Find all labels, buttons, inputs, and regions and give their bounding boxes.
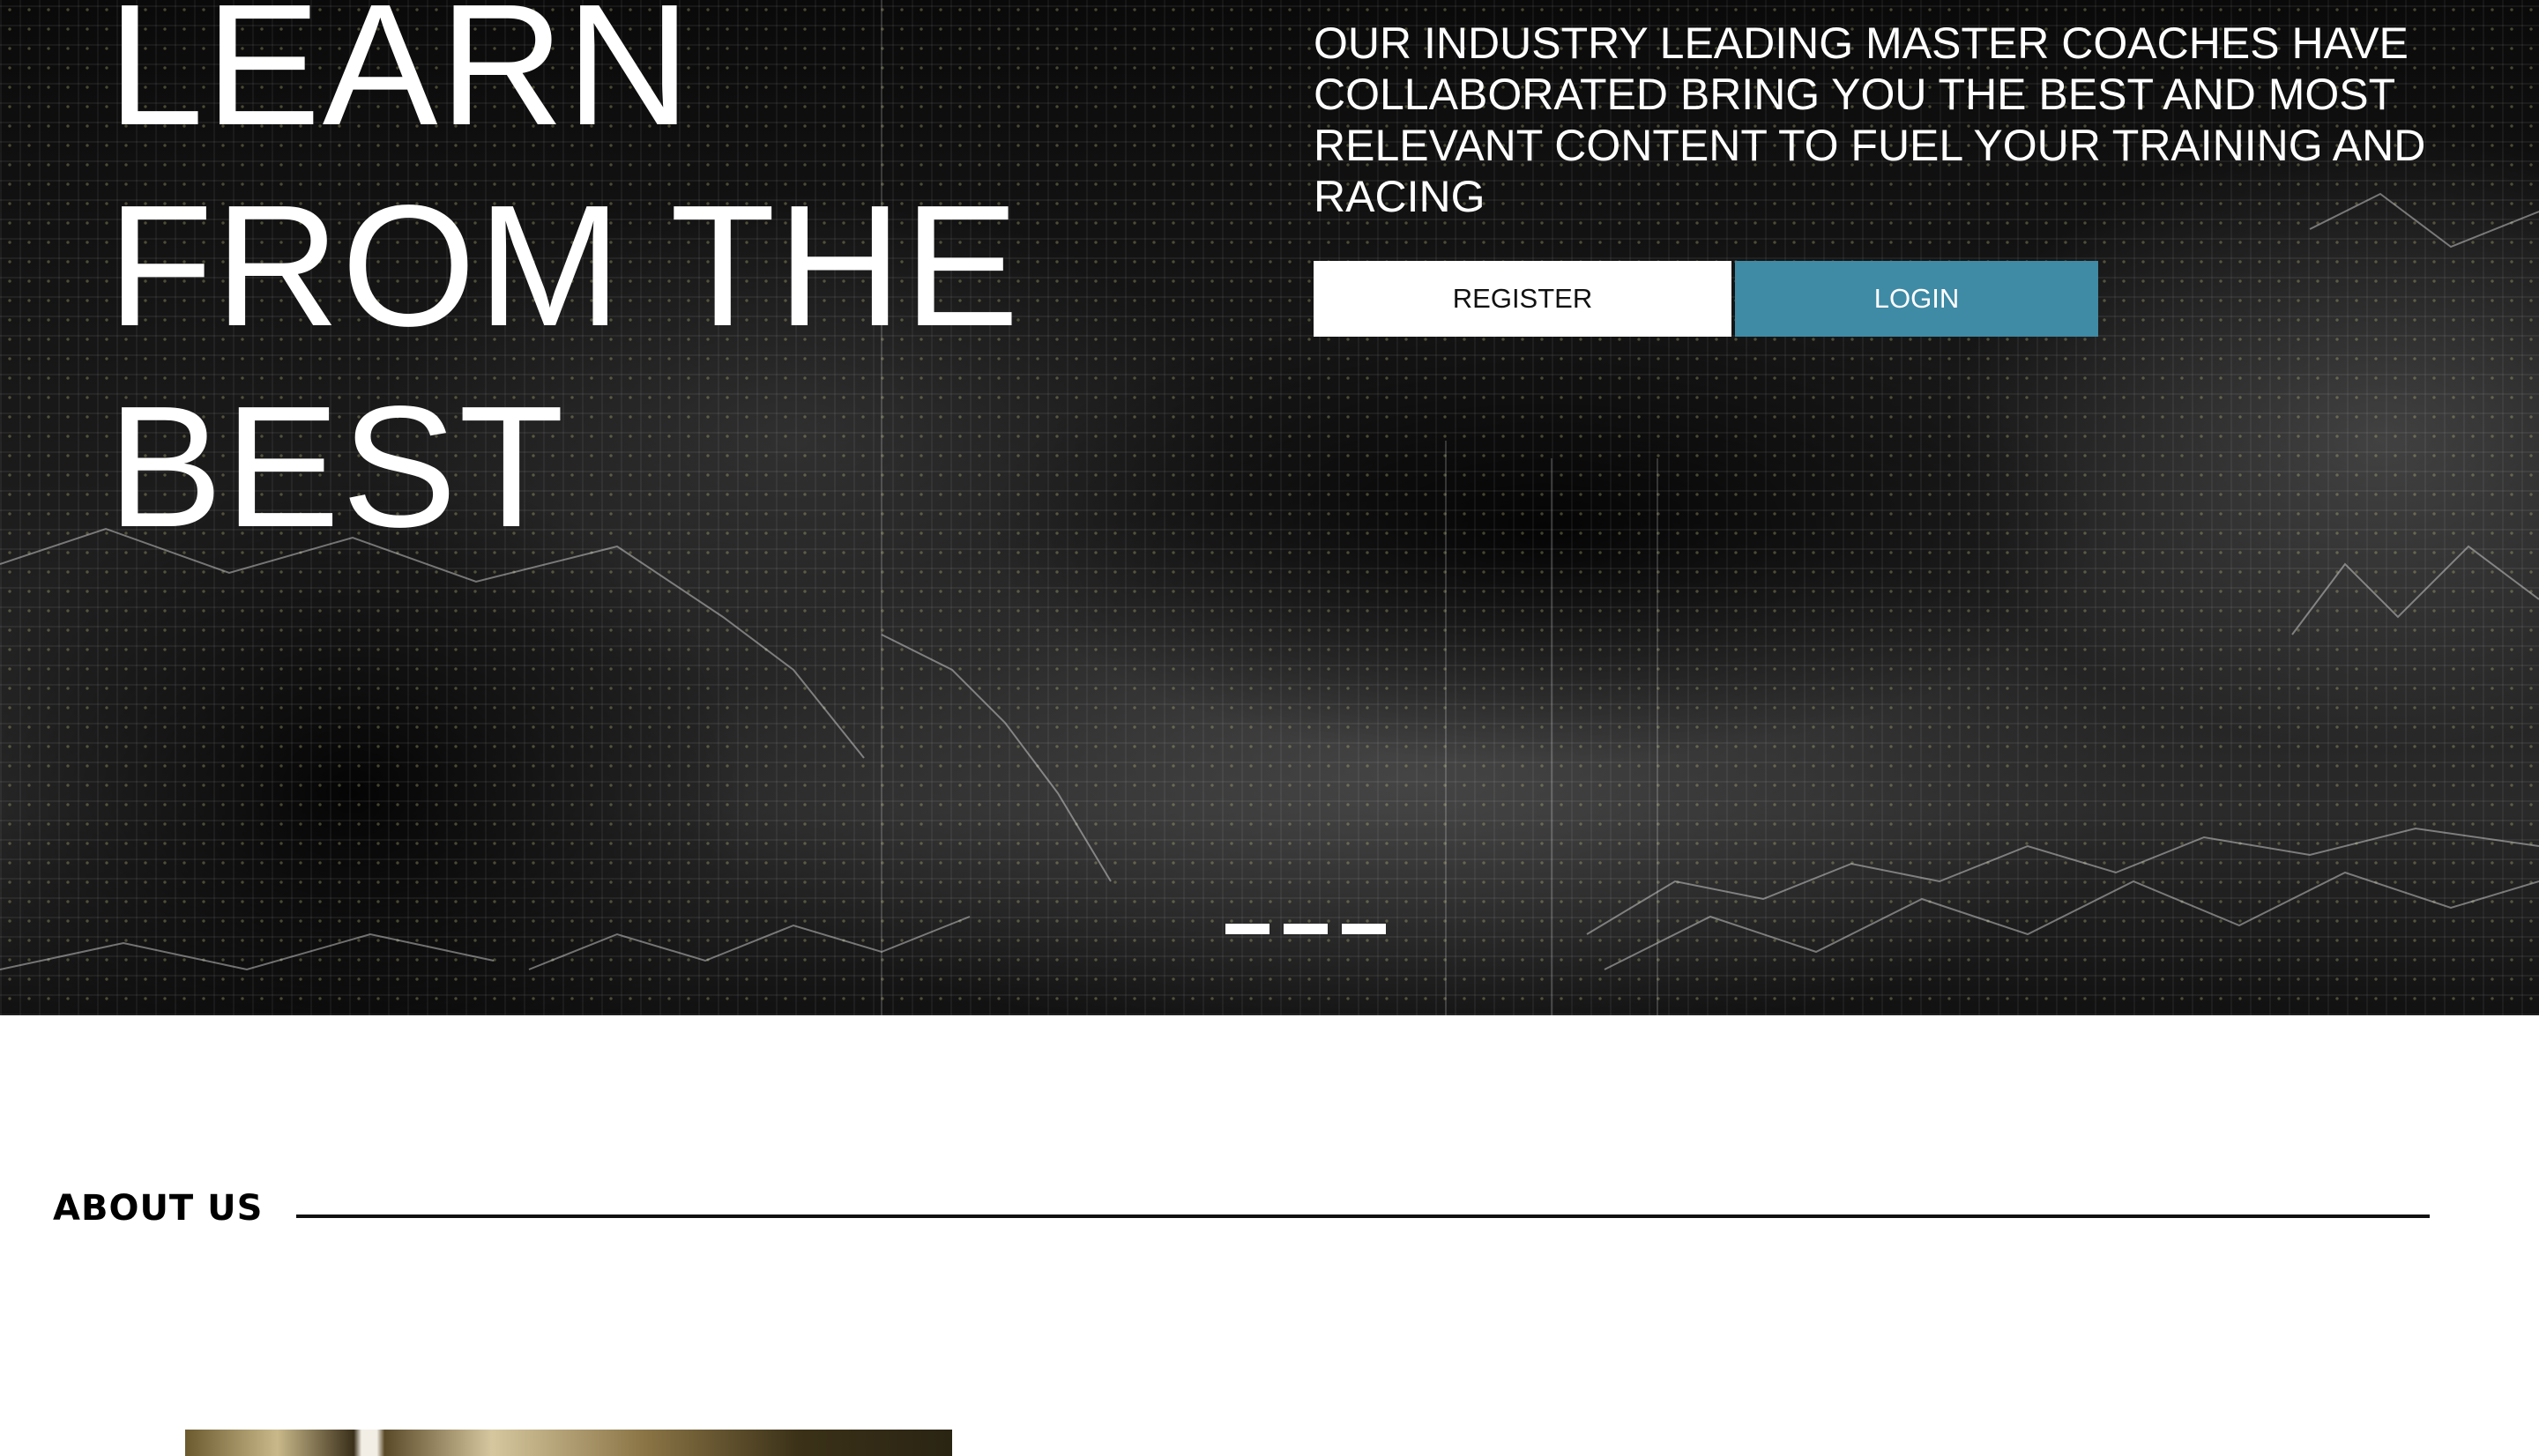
about-divider [296, 1215, 2430, 1218]
login-button[interactable]: LOGIN [1735, 261, 2098, 337]
carousel-indicator-2[interactable] [1284, 924, 1328, 934]
about-heading: ABOUT US [53, 1188, 264, 1229]
hero-description: OUR INDUSTRY LEADING MASTER COACHES HAVE… [1314, 19, 2426, 221]
carousel-indicator-3[interactable] [1342, 924, 1386, 934]
about-photo [185, 1430, 952, 1456]
hero-banner: LEARN FROM THE BEST OUR INDUSTRY LEADING… [0, 0, 2539, 1015]
hero-title: LEARN FROM THE BEST [108, 0, 1021, 568]
hero-title-line: BEST [108, 370, 566, 563]
carousel-indicators [1225, 924, 1386, 934]
hero-title-line: FROM THE [108, 169, 1021, 362]
register-button[interactable]: REGISTER [1314, 261, 1731, 337]
hero-title-line: LEARN [108, 0, 693, 161]
carousel-indicator-1[interactable] [1225, 924, 1270, 934]
about-section: ABOUT US [0, 1015, 2539, 1456]
